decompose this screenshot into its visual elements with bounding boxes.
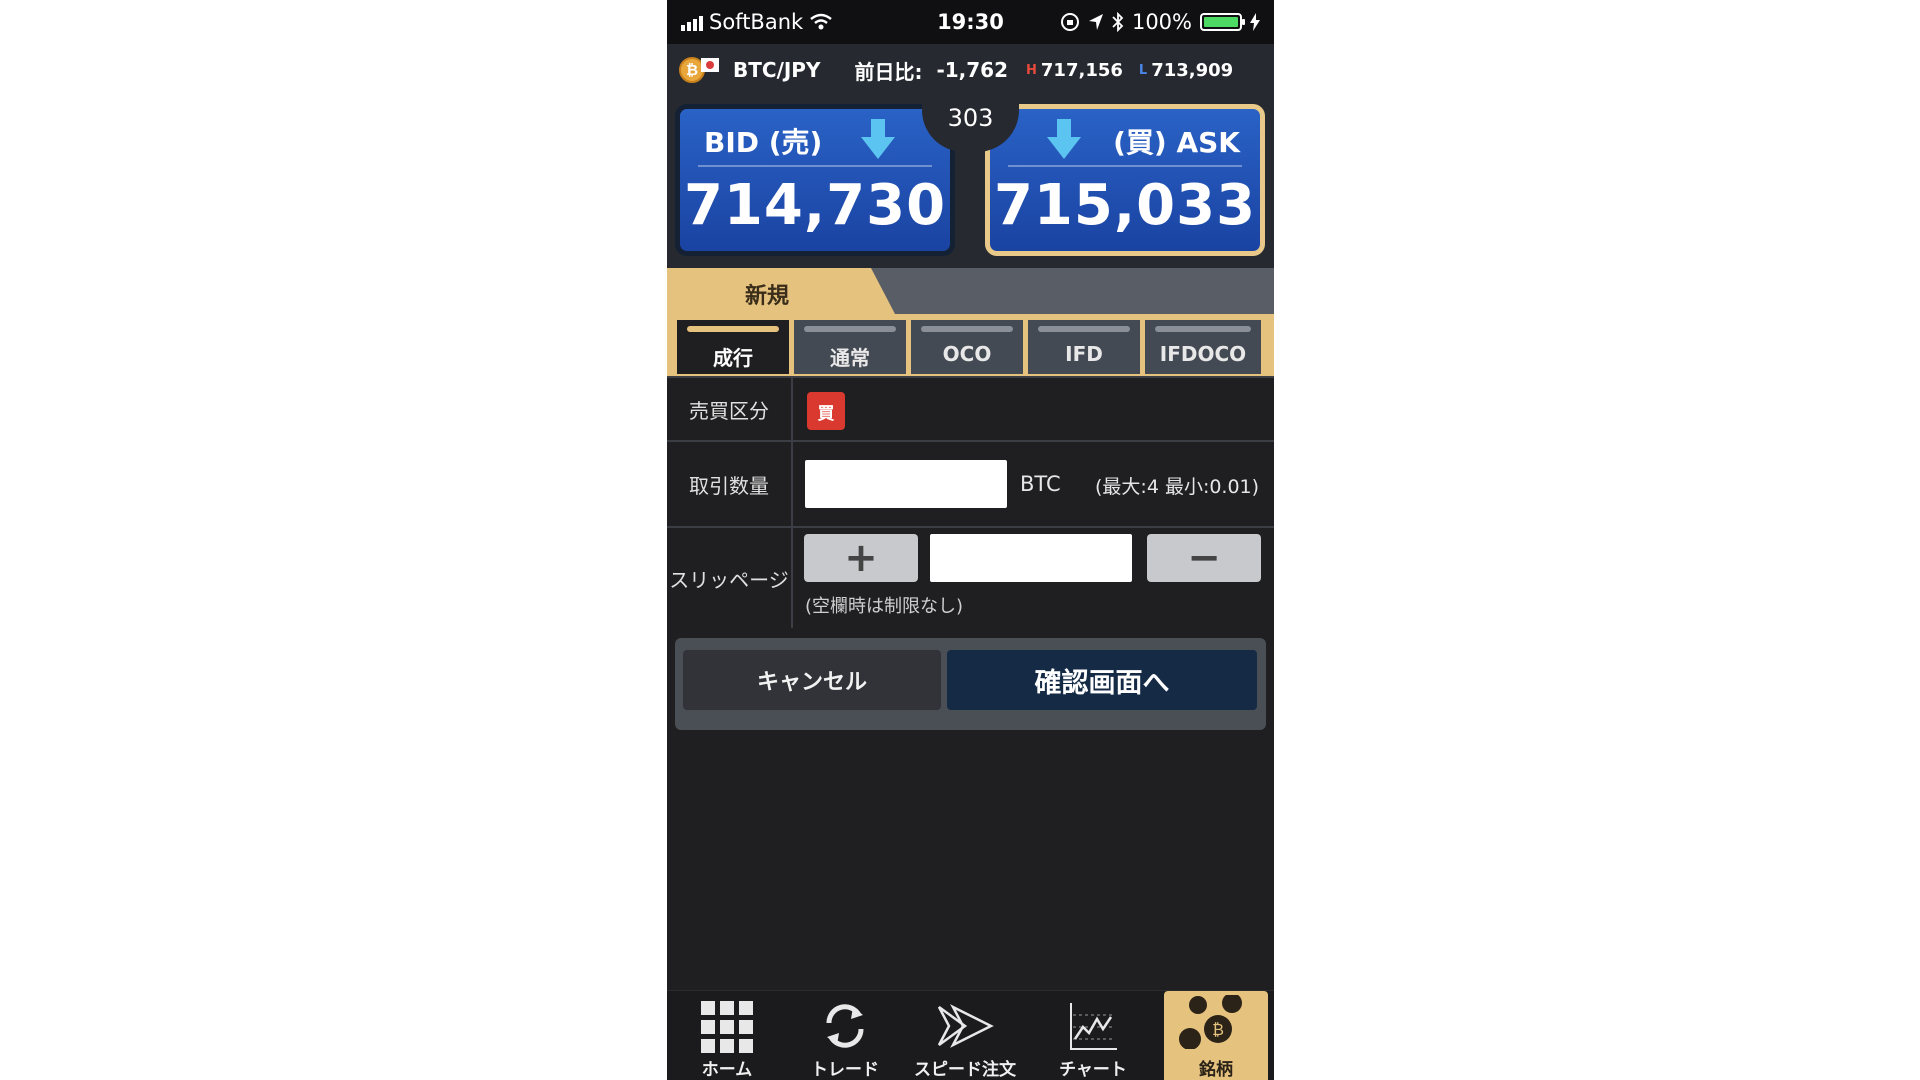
nav-label: チャート: [1059, 1060, 1127, 1080]
new-order-label: 新規: [745, 284, 790, 309]
low-value: 713,909: [1151, 59, 1234, 81]
bid-panel[interactable]: BID (売) 714,730: [675, 104, 955, 256]
charging-icon: [1250, 13, 1260, 31]
tab-label: IFDOCO: [1159, 342, 1247, 366]
ask-price: 715,033: [993, 173, 1257, 238]
nav-label: トレード: [811, 1060, 879, 1080]
slippage-label: スリッページ: [667, 528, 793, 628]
quantity-input[interactable]: [805, 460, 1007, 508]
ticker-bar: ₿ BTC/JPY 前日比: -1,762 H 717,156 L 713,90…: [667, 44, 1274, 96]
cancel-button[interactable]: キャンセル: [683, 650, 941, 710]
new-order-tab: 新規: [667, 268, 895, 314]
nav-home[interactable]: ホーム: [667, 991, 787, 1080]
status-right: 100%: [1060, 10, 1260, 34]
high-value: 717,156: [1040, 59, 1123, 81]
phone-screen: SoftBank 19:30 100% ₿ BTC/JPY 前日比: -1,76…: [667, 0, 1274, 1080]
refresh-icon: [826, 1004, 864, 1048]
location-icon: [1088, 14, 1103, 30]
bid-price: 714,730: [683, 173, 947, 238]
currency-pair[interactable]: BTC/JPY: [733, 58, 820, 82]
battery-percent: 100%: [1131, 10, 1192, 34]
confirm-button[interactable]: 確認画面へ: [947, 650, 1257, 710]
nav-speed-order[interactable]: スピード注文: [905, 991, 1025, 1080]
nav-label: 銘柄: [1199, 1060, 1233, 1080]
speed-arrow-icon: [937, 1004, 994, 1048]
rotation-lock-icon: [1060, 13, 1079, 31]
change-value: -1,762: [936, 58, 1009, 82]
bid-label: BID (売): [704, 126, 823, 159]
nav-label: スピード注文: [914, 1060, 1016, 1080]
quantity-row: 取引数量 BTC (最大:4 最小:0.01): [667, 440, 1274, 526]
action-bar: キャンセル 確認画面へ: [675, 638, 1266, 730]
japan-flag-icon: [701, 58, 719, 72]
quantity-unit: BTC: [1020, 472, 1061, 496]
coins-icon: ₿: [1179, 995, 1242, 1049]
svg-text:₿: ₿: [1212, 1020, 1224, 1039]
bluetooth-icon: [1112, 12, 1124, 32]
slippage-hint: (空欄時は制限なし): [805, 596, 964, 617]
nav-label: ホーム: [701, 1060, 753, 1080]
tab-label: 通常: [830, 346, 870, 370]
side-row: 売買区分 買: [667, 376, 1274, 440]
tab-ifdoco[interactable]: IFDOCO: [1145, 320, 1261, 374]
new-order-header: 新規: [667, 268, 1274, 314]
chart-icon: [1070, 1003, 1117, 1050]
tab-market[interactable]: 成行: [677, 320, 789, 374]
slippage-input[interactable]: [930, 534, 1132, 582]
ask-label: (買) ASK: [1113, 126, 1240, 159]
slippage-plus-button[interactable]: +: [804, 534, 918, 582]
tab-ifd[interactable]: IFD: [1028, 320, 1140, 374]
tab-limit[interactable]: 通常: [794, 320, 906, 374]
down-arrow-icon: [1047, 119, 1081, 159]
tab-label: IFD: [1065, 342, 1103, 366]
tab-label: 成行: [713, 346, 753, 370]
slippage-row: スリッページ + − (空欄時は制限なし): [667, 526, 1274, 628]
grid-icon: [701, 1001, 753, 1053]
nav-trade[interactable]: トレード: [785, 991, 905, 1080]
bottom-nav: ホーム トレード スピード注文 チャート ₿ 銘柄: [667, 990, 1274, 1080]
nav-symbols[interactable]: ₿ 銘柄: [1164, 991, 1268, 1080]
low-marker: L: [1138, 62, 1148, 78]
order-type-tabs: 成行 通常 OCO IFD IFDOCO: [667, 314, 1274, 376]
price-area: BID (売) 714,730 (買) ASK 715,033 303: [667, 96, 1274, 268]
slippage-minus-button[interactable]: −: [1147, 534, 1261, 582]
status-bar: SoftBank 19:30 100%: [667, 0, 1274, 44]
quantity-limits: (最大:4 最小:0.01): [1095, 476, 1260, 498]
nav-chart[interactable]: チャート: [1033, 991, 1153, 1080]
change-label: 前日比:: [854, 59, 923, 84]
tab-oco[interactable]: OCO: [911, 320, 1023, 374]
down-arrow-icon: [861, 119, 895, 159]
tab-label: OCO: [942, 342, 992, 366]
battery-icon: [1200, 13, 1245, 31]
quantity-label: 取引数量: [667, 442, 793, 526]
side-label: 売買区分: [667, 378, 793, 440]
ask-panel[interactable]: (買) ASK 715,033: [985, 104, 1265, 256]
buy-badge[interactable]: 買: [807, 392, 845, 430]
high-marker: H: [1026, 62, 1037, 78]
